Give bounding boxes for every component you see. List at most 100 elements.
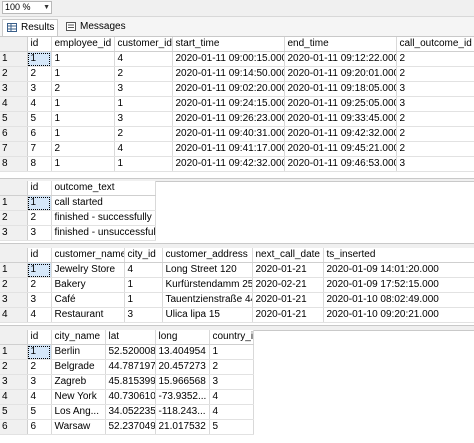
tab-messages[interactable]: Messages <box>62 19 130 36</box>
table-cell[interactable]: 3 <box>27 292 52 308</box>
table-row[interactable]: 5 5 1 3 2020-01-11 09:26:23.000 2020-01-11 09… <box>0 111 474 127</box>
table-cell[interactable]: 1 <box>51 96 115 112</box>
table-cell[interactable]: 5 <box>209 419 254 435</box>
row-number[interactable]: 1 <box>0 195 28 211</box>
table-cell[interactable]: finished - unsuccessfully <box>51 225 156 241</box>
table-cell[interactable]: 2 <box>51 141 115 157</box>
row-number[interactable]: 2 <box>0 359 28 375</box>
table-cell[interactable]: 2 <box>396 141 474 157</box>
table-cell[interactable]: 7 <box>27 141 52 157</box>
table-cell[interactable]: 52.237049 <box>105 419 156 435</box>
table-row[interactable]: 4 4 1 1 2020-01-11 09:24:15.000 2020-01-11 09… <box>0 96 474 112</box>
column-header[interactable]: call_outcome_id <box>396 37 474 52</box>
table-cell[interactable]: 2020-01-11 09:24:15.000 <box>172 96 285 112</box>
grid-corner-cell[interactable] <box>0 181 28 196</box>
column-header[interactable]: city_id <box>124 248 163 263</box>
table-cell[interactable]: 4 <box>124 262 163 278</box>
table-cell[interactable]: 6 <box>27 419 52 435</box>
table-cell[interactable]: finished - successfully <box>51 210 156 226</box>
row-number[interactable]: 3 <box>0 225 28 241</box>
table-cell[interactable]: 2020-01-11 09:26:23.000 <box>172 111 285 127</box>
column-header[interactable]: country_id <box>209 330 254 345</box>
table-row[interactable]: 3 3 Zagreb 45.815399 15.966568 3 <box>0 374 254 390</box>
table-row[interactable]: 8 8 1 1 2020-01-11 09:42:32.000 2020-01-11 09… <box>0 156 474 172</box>
column-header[interactable]: long <box>155 330 210 345</box>
table-cell[interactable]: 1 <box>51 66 115 82</box>
table-cell[interactable]: 2 <box>51 81 115 97</box>
table-cell[interactable]: 4 <box>114 141 173 157</box>
table-cell[interactable]: 2020-01-11 09:33:45.000 <box>284 111 397 127</box>
column-header[interactable]: customer_id <box>114 37 173 52</box>
table-cell[interactable]: Belgrade <box>51 359 106 375</box>
table-cell[interactable]: 20.457273 <box>155 359 210 375</box>
row-number[interactable]: 6 <box>0 126 28 142</box>
row-number[interactable]: 5 <box>0 111 28 127</box>
table-cell[interactable]: 3 <box>124 307 163 323</box>
table-row[interactable]: 1 1 Jewelry Store 4 Long Street 120 2020-01-2… <box>0 262 474 278</box>
table-cell[interactable]: 52.520008 <box>105 344 156 360</box>
table-cell[interactable]: 3 <box>27 81 52 97</box>
table-cell[interactable]: 2020-02-21 <box>252 277 324 293</box>
column-header[interactable]: ts_inserted <box>323 248 474 263</box>
table-cell[interactable]: 2020-01-09 14:01:20.000 <box>323 262 474 278</box>
table-cell[interactable]: 2 <box>27 277 52 293</box>
table-cell[interactable]: 1 <box>27 262 52 278</box>
table-cell[interactable]: 3 <box>396 81 474 97</box>
table-cell[interactable]: 1 <box>27 195 52 211</box>
row-number[interactable]: 7 <box>0 141 28 157</box>
table-cell[interactable]: 1 <box>27 344 52 360</box>
table-cell[interactable]: 2020-01-11 09:41:17.000 <box>172 141 285 157</box>
table-cell[interactable]: 2 <box>396 126 474 142</box>
table-row[interactable]: 6 6 Warsaw 52.237049 21.017532 5 <box>0 419 254 435</box>
column-header[interactable]: next_call_date <box>252 248 324 263</box>
table-cell[interactable]: Jewelry Store <box>51 262 125 278</box>
table-cell[interactable]: 4 <box>27 307 52 323</box>
row-number[interactable]: 3 <box>0 374 28 390</box>
table-cell[interactable]: 2020-01-11 09:20:01.000 <box>284 66 397 82</box>
column-header[interactable]: id <box>27 181 52 196</box>
table-cell[interactable]: 3 <box>27 225 52 241</box>
table-cell[interactable]: 2020-01-11 09:12:22.000 <box>284 51 397 67</box>
table-cell[interactable]: 2020-01-10 09:20:21.000 <box>323 307 474 323</box>
table-row[interactable]: 4 4 Restaurant 3 Ulica lipa 15 2020-01-21 2020… <box>0 307 474 323</box>
table-cell[interactable]: -118.243... <box>155 404 210 420</box>
table-cell[interactable]: 3 <box>209 374 254 390</box>
table-cell[interactable]: 1 <box>209 344 254 360</box>
zoom-dropdown[interactable]: 100 % ▼ <box>2 1 52 14</box>
table-cell[interactable]: 1 <box>124 277 163 293</box>
table-cell[interactable]: 2020-01-10 08:02:49.000 <box>323 292 474 308</box>
row-number[interactable]: 3 <box>0 81 28 97</box>
table-cell[interactable]: 3 <box>396 96 474 112</box>
table-row[interactable]: 3 3 2 3 2020-01-11 09:02:20.000 2020-01-11 09… <box>0 81 474 97</box>
table-cell[interactable]: 5 <box>27 111 52 127</box>
table-row[interactable]: 7 7 2 4 2020-01-11 09:41:17.000 2020-01-11 09… <box>0 141 474 157</box>
result-grid-calls[interactable]: id employee_id customer_id start_time end_ti… <box>0 37 474 172</box>
table-cell[interactable]: 2 <box>114 126 173 142</box>
table-cell[interactable]: 2020-01-11 09:18:05.000 <box>284 81 397 97</box>
column-header[interactable]: id <box>27 248 52 263</box>
table-row[interactable]: 3 3 finished - unsuccessfully <box>0 225 156 241</box>
table-cell[interactable]: 1 <box>27 51 52 67</box>
row-number[interactable]: 4 <box>0 307 28 323</box>
table-cell[interactable]: 21.017532 <box>155 419 210 435</box>
row-number[interactable]: 3 <box>0 292 28 308</box>
table-cell[interactable]: 6 <box>27 126 52 142</box>
table-cell[interactable]: 2020-01-11 09:14:50.000 <box>172 66 285 82</box>
table-row[interactable]: 4 4 New York 40.730610 -73.9352... 4 <box>0 389 254 405</box>
table-cell[interactable]: 2 <box>396 66 474 82</box>
table-cell[interactable]: 2 <box>114 66 173 82</box>
row-number[interactable]: 2 <box>0 66 28 82</box>
table-row[interactable]: 2 2 Belgrade 44.787197 20.457273 2 <box>0 359 254 375</box>
table-cell[interactable]: 2 <box>396 111 474 127</box>
table-cell[interactable]: 13.404954 <box>155 344 210 360</box>
table-cell[interactable]: 3 <box>114 111 173 127</box>
table-row[interactable]: 2 2 1 2 2020-01-11 09:14:50.000 2020-01-11 09… <box>0 66 474 82</box>
table-cell[interactable]: 2 <box>209 359 254 375</box>
table-cell[interactable]: 34.052235 <box>105 404 156 420</box>
tab-results[interactable]: Results <box>2 19 58 36</box>
column-header[interactable]: customer_name <box>51 248 125 263</box>
table-cell[interactable]: 2020-01-11 09:25:05.000 <box>284 96 397 112</box>
table-cell[interactable]: Los Ang... <box>51 404 106 420</box>
table-cell[interactable]: Berlin <box>51 344 106 360</box>
table-cell[interactable]: Café <box>51 292 125 308</box>
